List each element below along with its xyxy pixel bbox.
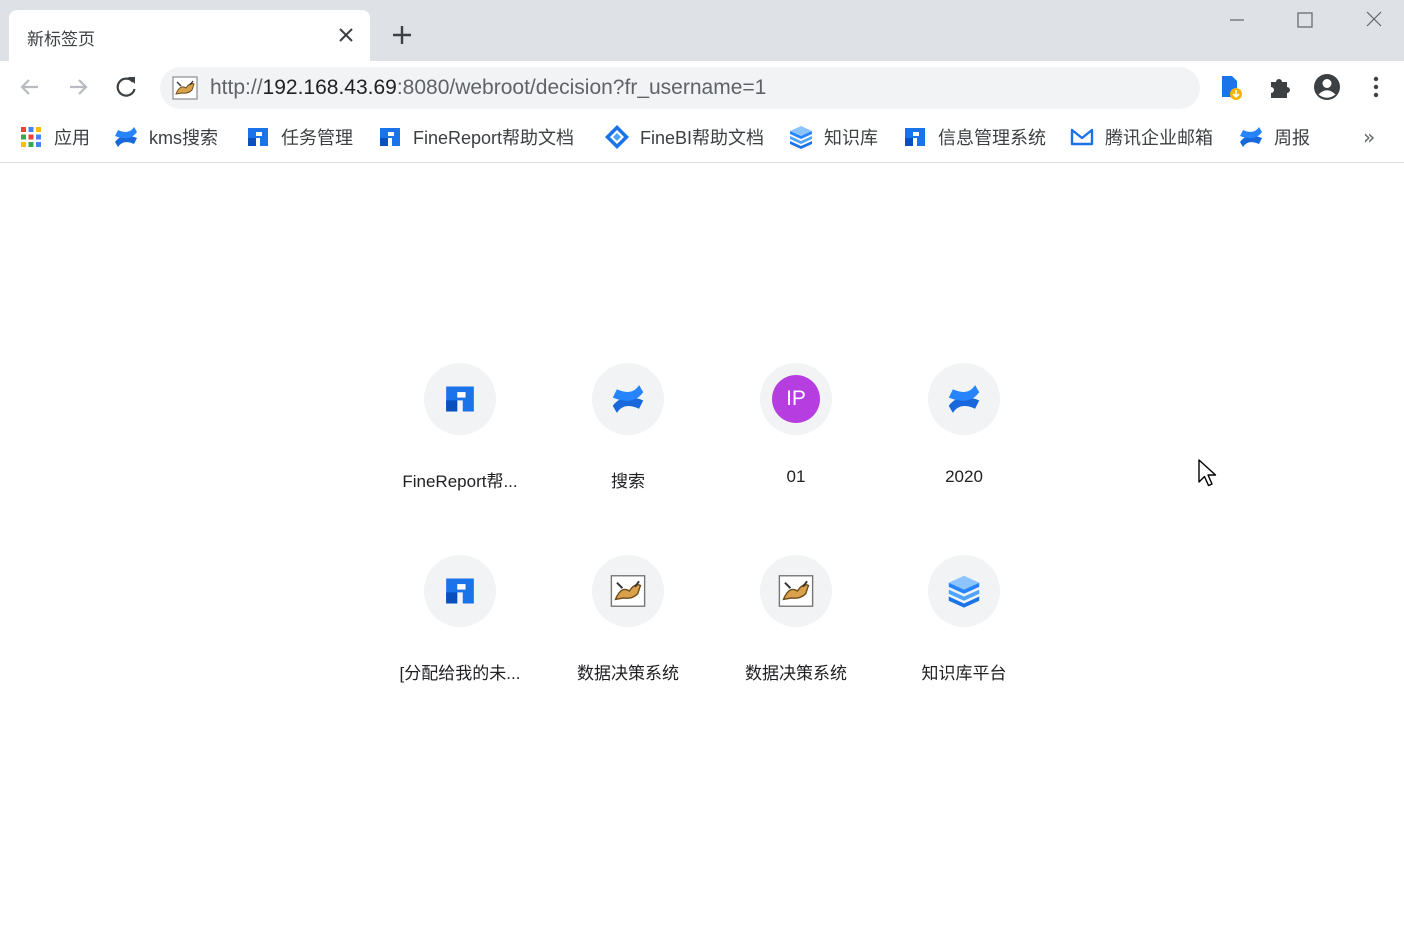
shortcut-label: 搜索 xyxy=(611,472,645,491)
maximize-icon[interactable] xyxy=(1290,6,1320,34)
window-close-icon[interactable] xyxy=(1359,6,1389,34)
tab-strip: 新标签页 xyxy=(0,0,1404,61)
finebi-icon xyxy=(605,125,629,149)
shortcut-tile[interactable]: 数据决策系统 xyxy=(548,555,708,715)
bookmark-knowledge-base[interactable]: 知识库 xyxy=(788,123,878,151)
tomcat-icon xyxy=(778,575,814,607)
bookmark-finebi-docs[interactable]: FineBI帮助文档 xyxy=(604,123,764,151)
bookmark-finereport-docs[interactable]: FineReport帮助文档 xyxy=(377,123,574,151)
shortcut-label: FineReport帮... xyxy=(402,472,518,491)
minimize-icon[interactable] xyxy=(1222,6,1252,34)
bookmark-label: FineReport帮助文档 xyxy=(413,128,575,148)
url-path: :8080/webroot/decision?fr_username=1 xyxy=(396,76,767,99)
forward-arrow-icon[interactable] xyxy=(64,73,92,101)
shortcut-label: [分配给我的未... xyxy=(399,664,521,683)
bookmark-label: FineBI帮助文档 xyxy=(640,128,765,148)
bookmark-label: 知识库 xyxy=(824,128,878,148)
shortcut-tile[interactable]: 搜索 xyxy=(548,363,708,523)
bookmarks-overflow-chevron[interactable]: » xyxy=(1363,125,1375,149)
shortcut-label: 数据决策系统 xyxy=(745,664,847,683)
finereport-icon xyxy=(380,128,400,146)
bookmark-weekly-report[interactable]: 周报 xyxy=(1238,123,1310,151)
url-text: http://192.168.43.69:8080/webroot/decisi… xyxy=(210,76,766,100)
shortcut-icon-circle: IP xyxy=(760,363,832,435)
bookmark-tencent-mail[interactable]: 腾讯企业邮箱 xyxy=(1069,123,1213,151)
shortcut-icon-circle xyxy=(760,555,832,627)
shortcut-tile[interactable]: 2020 xyxy=(884,363,1044,523)
tomcat-site-icon xyxy=(172,76,198,100)
bookmark-label: 任务管理 xyxy=(281,128,353,148)
bookmark-label: 信息管理系统 xyxy=(938,128,1046,148)
finereport-icon xyxy=(446,386,474,412)
bookmark-label: 腾讯企业邮箱 xyxy=(1105,128,1213,148)
ip-badge-icon: IP xyxy=(772,375,820,423)
confluence-icon xyxy=(115,127,137,147)
shortcut-tile[interactable]: [分配给我的未... xyxy=(380,555,540,715)
finereport-icon xyxy=(905,128,925,146)
apps-grid-icon xyxy=(21,127,41,147)
bookmark-task-management[interactable]: 任务管理 xyxy=(245,123,353,151)
back-arrow-icon[interactable] xyxy=(16,73,44,101)
shortcut-icon-circle xyxy=(424,363,496,435)
url-scheme: http:// xyxy=(210,76,263,99)
shortcut-label: 01 xyxy=(786,467,806,486)
tomcat-icon xyxy=(610,575,646,607)
tencent-mail-icon xyxy=(1070,128,1094,146)
shortcut-label: 2020 xyxy=(945,467,983,486)
shortcut-label: 数据决策系统 xyxy=(577,664,679,683)
address-bar[interactable]: http://192.168.43.69:8080/webroot/decisi… xyxy=(160,67,1200,109)
shortcut-icon-circle xyxy=(928,363,1000,435)
new-tab-plus-icon[interactable] xyxy=(388,21,416,49)
browser-toolbar: http://192.168.43.69:8080/webroot/decisi… xyxy=(0,61,1404,113)
knowledge-base-icon xyxy=(948,575,980,608)
shortcut-icon-circle xyxy=(424,555,496,627)
bookmark-kms-search[interactable]: kms搜索 xyxy=(113,123,218,151)
finereport-icon xyxy=(446,578,474,604)
confluence-icon xyxy=(1240,127,1262,147)
shortcut-tile[interactable]: 数据决策系统 xyxy=(716,555,876,715)
shortcut-icon-circle xyxy=(592,363,664,435)
reload-icon[interactable] xyxy=(112,73,140,101)
knowledge-base-icon xyxy=(790,126,812,149)
bookmark-info-management[interactable]: 信息管理系统 xyxy=(902,123,1046,151)
bookmark-label: kms搜索 xyxy=(149,128,218,148)
shortcut-tile[interactable]: FineReport帮... xyxy=(380,363,540,523)
confluence-icon xyxy=(948,385,980,413)
url-host: 192.168.43.69 xyxy=(262,76,397,99)
shortcut-tile[interactable]: 知识库平台 xyxy=(884,555,1044,715)
tab-title: 新标签页 xyxy=(27,30,95,50)
profile-avatar-icon[interactable] xyxy=(1313,73,1341,101)
close-icon[interactable] xyxy=(336,25,356,45)
bookmark-label: 应用 xyxy=(54,128,90,148)
tab-new-tab[interactable]: 新标签页 xyxy=(9,10,370,61)
extensions-puzzle-icon[interactable] xyxy=(1266,73,1294,101)
bookmark-apps[interactable]: 应用 xyxy=(18,123,90,151)
shortcut-label: 知识库平台 xyxy=(921,664,1007,683)
shortcut-icon-circle xyxy=(592,555,664,627)
mouse-cursor-icon xyxy=(1198,459,1217,487)
confluence-icon xyxy=(612,385,644,413)
bookmark-label: 周报 xyxy=(1274,128,1310,148)
more-menu-icon[interactable] xyxy=(1362,73,1390,101)
shortcut-tile[interactable]: IP 01 xyxy=(716,363,876,523)
file-download-extension-icon[interactable] xyxy=(1216,73,1244,101)
bookmarks-bar: 应用 kms搜索 任务管理 FineReport帮助文档 FineBI帮助文档 xyxy=(0,113,1404,163)
shortcut-icon-circle xyxy=(928,555,1000,627)
finereport-icon xyxy=(248,128,268,146)
